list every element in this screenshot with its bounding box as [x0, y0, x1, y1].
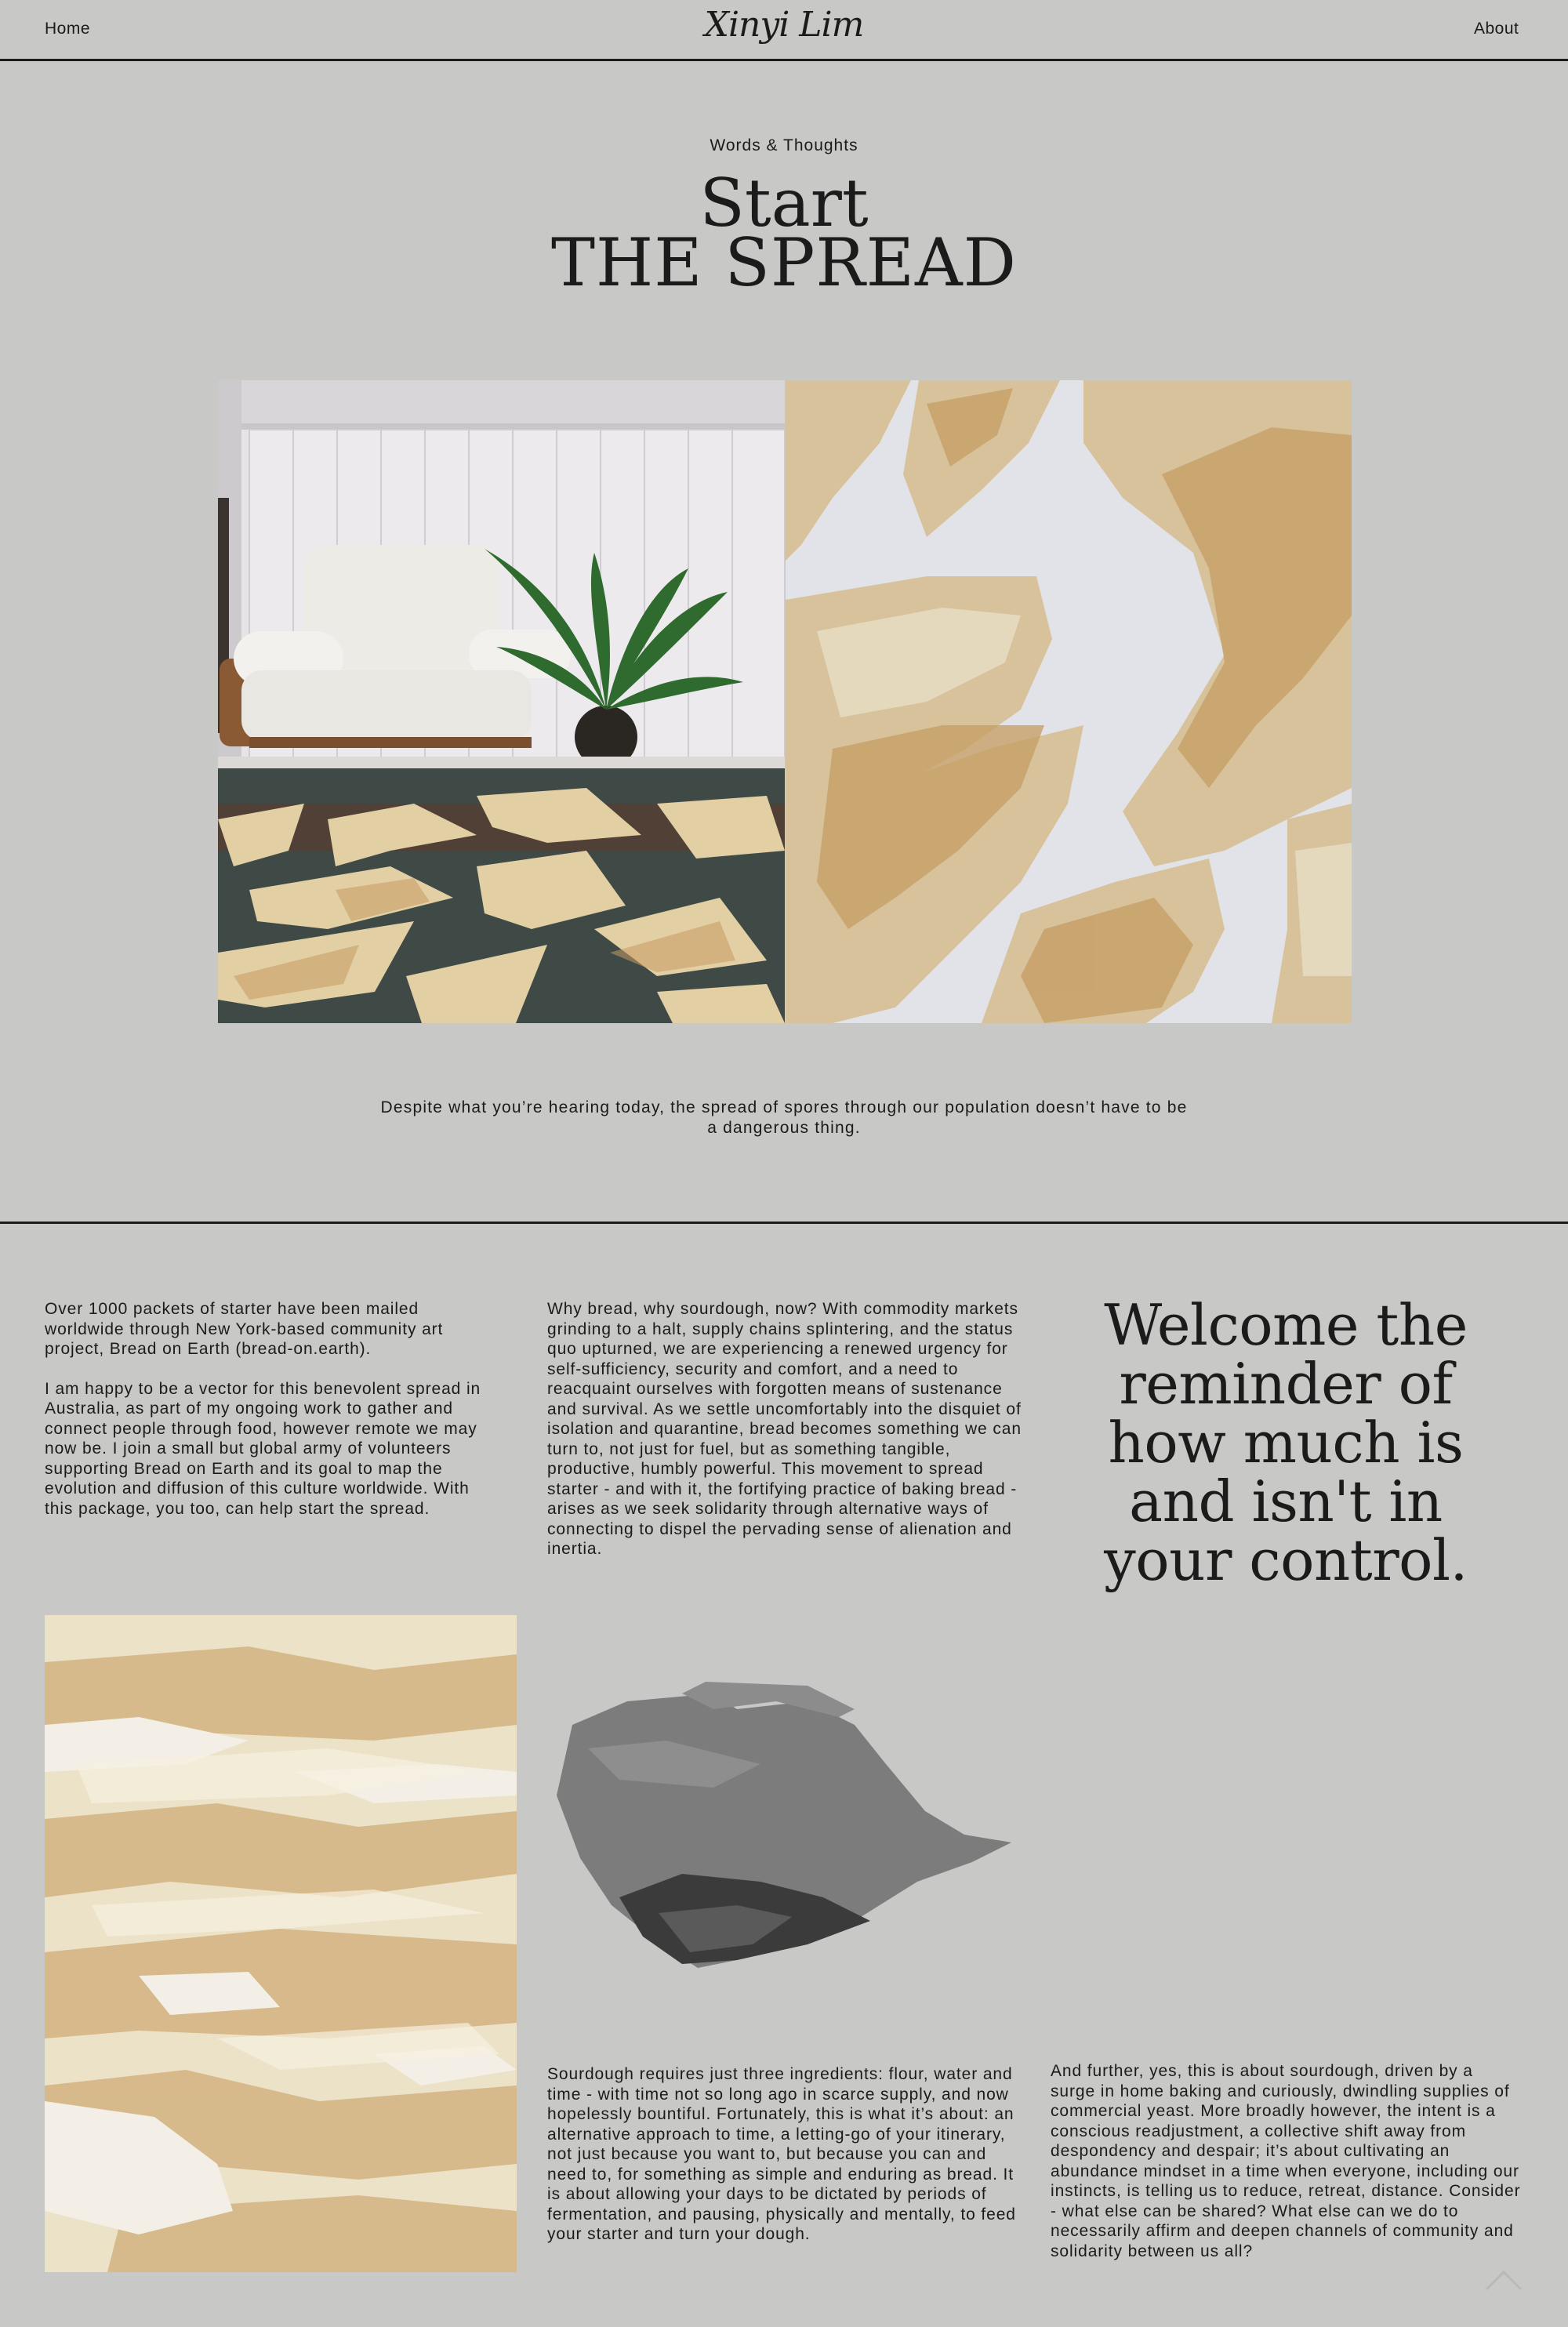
bread-fragment-bw-photo [557, 1678, 1011, 1976]
scroll-top-icon[interactable] [1480, 2258, 1527, 2297]
site-logo[interactable]: Xinyi Lim [0, 5, 1568, 45]
about-link[interactable]: About [1474, 20, 1519, 38]
pull-quote: Welcome the reminder of how much is and … [1104, 1292, 1468, 1593]
bread-texture-photo [45, 1615, 517, 2272]
body-paragraph: Why bread, why sourdough, now? With comm… [547, 1300, 1022, 1558]
body-paragraph: Over 1000 packets of starter have been m… [45, 1300, 444, 1358]
body-paragraph: Sourdough requires just three ingredient… [547, 2065, 1016, 2243]
living-room-photo [218, 380, 785, 1023]
header-divider [0, 59, 1568, 61]
page-title-line2: THE SPREAD [551, 224, 1017, 301]
section-divider [0, 1222, 1568, 1224]
intro-lede: Despite what you’re hearing today, the s… [380, 1098, 1188, 1137]
column-1-text: Over 1000 packets of starter have been m… [45, 1299, 484, 1538]
body-paragraph: I am happy to be a vector for this benev… [45, 1379, 481, 1518]
column-3-lower-text: And further, yes, this is about sourdoug… [1051, 2061, 1521, 2281]
section-kicker: Words & Thoughts [710, 136, 858, 154]
bread-skins-closeup-photo [786, 380, 1352, 1023]
body-paragraph: And further, yes, this is about sourdoug… [1051, 2062, 1521, 2260]
column-2-text: Why bread, why sourdough, now? With comm… [547, 1299, 1022, 1579]
column-2-lower-text: Sourdough requires just three ingredient… [547, 2064, 1022, 2264]
